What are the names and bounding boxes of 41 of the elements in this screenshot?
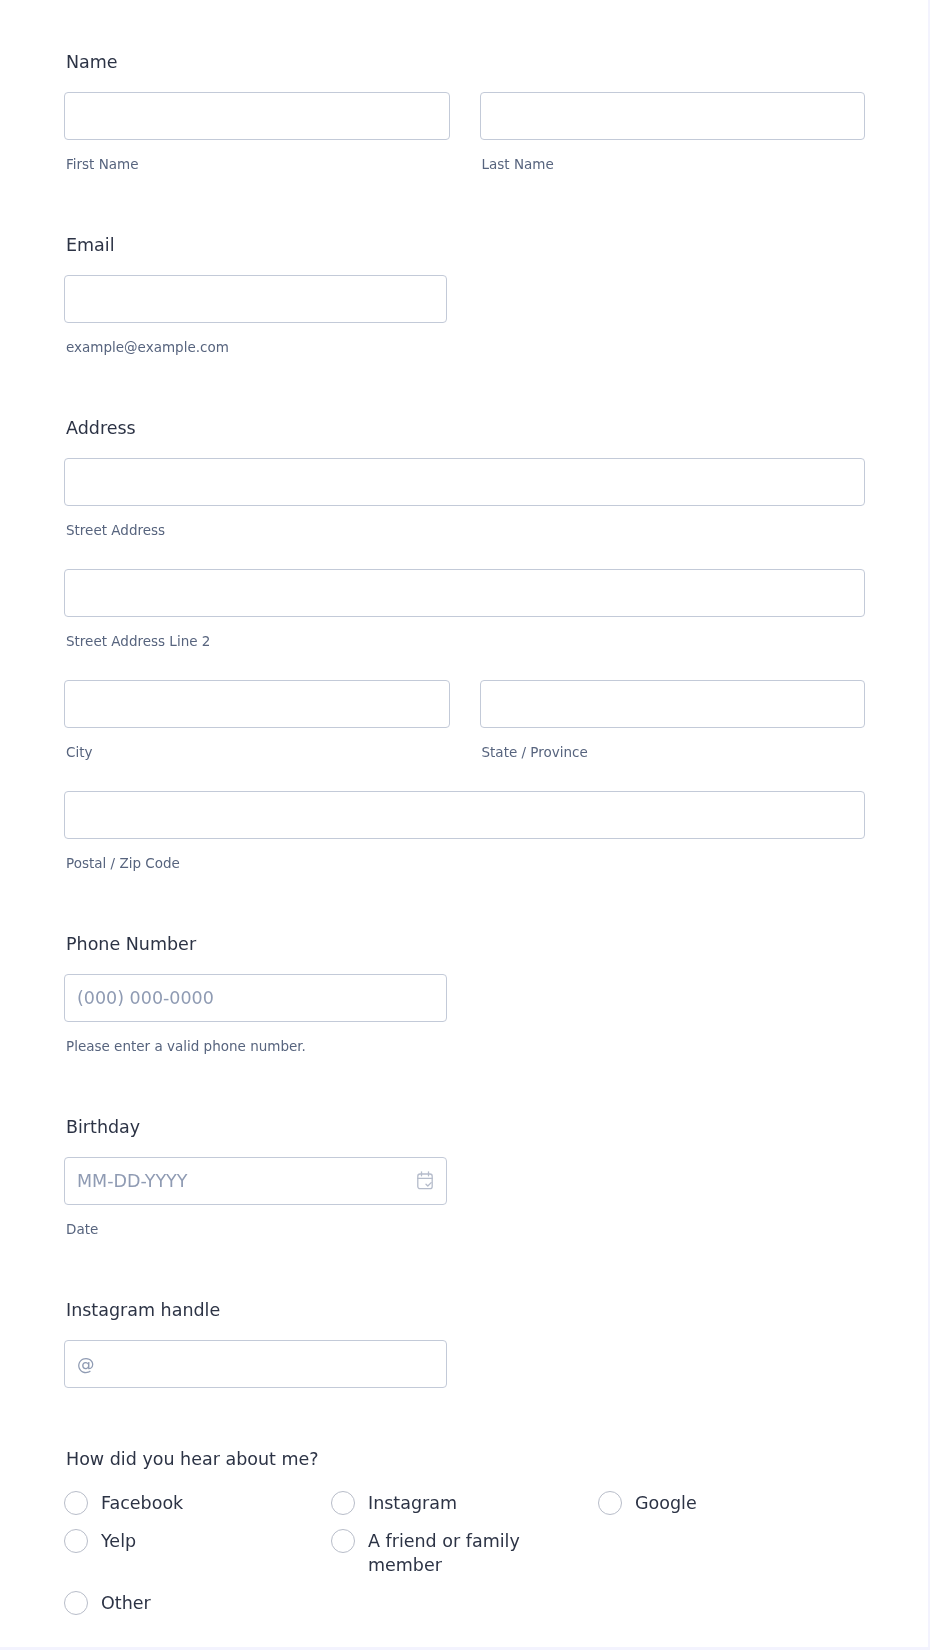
input-field[interactable]: [479, 680, 865, 728]
field-label: Instagram handle: [66, 1299, 221, 1322]
radio-button[interactable]: [331, 1491, 355, 1515]
radio-button[interactable]: [64, 1591, 88, 1615]
input-field[interactable]: [479, 92, 865, 140]
input-field[interactable]: [64, 680, 450, 728]
option-label[interactable]: Other: [101, 1591, 151, 1615]
input-field[interactable]: [64, 92, 450, 140]
field-caption: Last Name: [481, 155, 554, 174]
field-caption: Street Address Line 2: [66, 632, 211, 651]
option-label[interactable]: Facebook: [101, 1491, 184, 1515]
field-label: Address: [66, 417, 136, 440]
option-label[interactable]: A friend or family member: [368, 1529, 568, 1577]
field-label: Phone Number: [66, 933, 197, 956]
field-caption: Date: [66, 1220, 99, 1239]
option-label[interactable]: Google: [635, 1491, 697, 1515]
option-label[interactable]: Instagram: [368, 1491, 458, 1515]
radio-button[interactable]: [64, 1529, 88, 1553]
field-caption: example@example.com: [66, 338, 229, 357]
field-caption: Postal / Zip Code: [66, 854, 180, 873]
option-label[interactable]: Yelp: [101, 1529, 137, 1553]
radio-button[interactable]: [64, 1491, 88, 1515]
input-field[interactable]: [64, 791, 865, 839]
calendar-icon[interactable]: [417, 1171, 433, 1190]
input-field[interactable]: @: [64, 1340, 447, 1388]
input-field[interactable]: (000) 000-0000: [64, 974, 447, 1022]
field-caption: Street Address: [66, 521, 166, 540]
input-field[interactable]: [64, 458, 865, 506]
field-caption: City: [66, 743, 93, 762]
radio-button[interactable]: [331, 1529, 355, 1553]
date-field[interactable]: MM-DD-YYYY: [64, 1157, 447, 1205]
field-label: Name: [66, 51, 118, 74]
field-label: Birthday: [66, 1116, 141, 1139]
field-caption: Please enter a valid phone number.: [66, 1037, 306, 1056]
input-field[interactable]: [64, 569, 865, 617]
field-label: Email: [66, 234, 115, 257]
field-caption: First Name: [66, 155, 139, 174]
input-field[interactable]: [64, 275, 447, 323]
radio-button[interactable]: [598, 1491, 622, 1515]
question-label: How did you hear about me?: [66, 1448, 319, 1471]
field-caption: State / Province: [481, 743, 588, 762]
